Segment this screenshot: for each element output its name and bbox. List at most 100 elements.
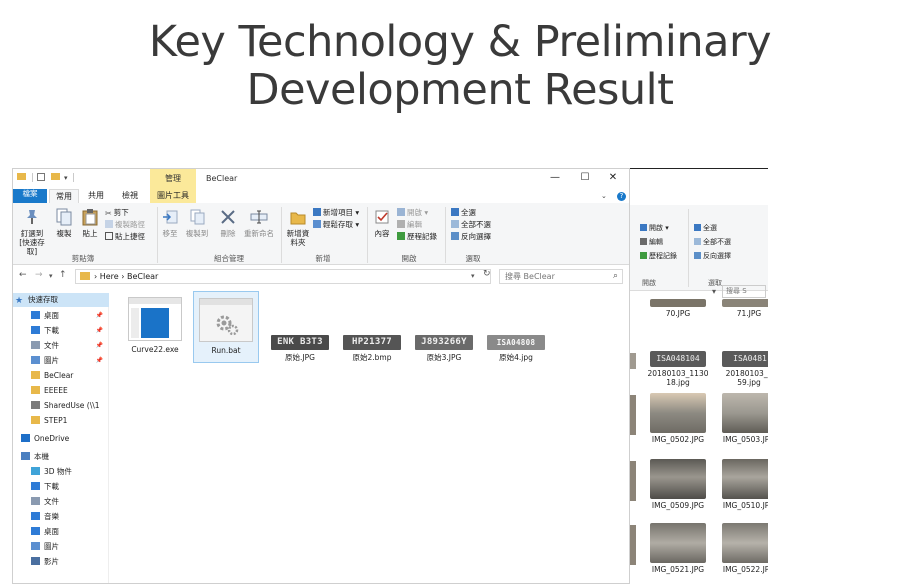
properties-button[interactable]: 內容	[369, 207, 395, 238]
sidebar-item-5[interactable]: BeClear	[13, 369, 109, 383]
sidebar-item-11[interactable]: 3D 物件	[13, 465, 109, 479]
thumb-caption: IMG_0503.JPG	[722, 435, 768, 444]
close-button[interactable]: ✕	[607, 172, 619, 183]
sidebar-item-15[interactable]: 桌面	[13, 525, 109, 539]
sidebar-item-10[interactable]: 本機	[13, 450, 109, 464]
image-thumbnail: ENK B3T3	[271, 335, 329, 350]
thumb-caption: 70.JPG	[665, 309, 691, 318]
file-item-run-bat[interactable]: Run.bat	[193, 291, 259, 363]
thumbnail-20180103-113018[interactable]: ISA048104	[650, 351, 706, 367]
sidebar-item-7[interactable]: SharedUse (\\1	[13, 399, 109, 413]
thumbnail-img-0509[interactable]	[650, 459, 706, 499]
paste-button[interactable]: 貼上	[79, 207, 101, 238]
bg-select-all-button[interactable]: 全選	[694, 223, 717, 233]
sidebar-item-0[interactable]: ★ 快速存取	[13, 293, 109, 307]
maximize-button[interactable]: ☐	[579, 172, 591, 183]
thumb-caption: IMG_0509.JPG	[651, 501, 705, 510]
context-tab-manage[interactable]: 管理	[150, 169, 196, 189]
background-explorer-window[interactable]: 開啟 ▾ 編輯 歷程記錄 開啟 全選 全部不選 反向選擇 選取 ▾ 搜尋 S 7…	[628, 168, 768, 584]
thumbnail-71[interactable]	[722, 299, 768, 307]
easy-access-button[interactable]: 輕鬆存取 ▾	[313, 219, 359, 230]
address-bar: ← → ▾ ↑ › Here › BeClear ▾ ↻ 搜尋 BeClear ⌕	[13, 267, 629, 287]
thumbnail-img-0522[interactable]	[722, 523, 768, 563]
sidebar-item-label: 桌面	[44, 311, 59, 320]
sidebar-item-6[interactable]: EEEEE	[13, 384, 109, 398]
copy-path-label: 複製路徑	[115, 220, 145, 229]
file-list: Curve22.exe Run.bat ENK B3T3 原始.JPG HP21…	[117, 291, 627, 583]
sidebar-item-3[interactable]: 文件 📌	[13, 339, 109, 353]
new-item-button[interactable]: 新增項目 ▾	[313, 207, 359, 218]
tab-home[interactable]: 常用	[49, 189, 79, 203]
bg-history-button[interactable]: 歷程記錄	[640, 251, 677, 261]
search-input[interactable]: 搜尋 BeClear ⌕	[499, 269, 623, 284]
move-to-button[interactable]: 移至	[159, 207, 181, 238]
address-path[interactable]: › Here › BeClear	[75, 269, 491, 284]
ribbon-collapse-icon[interactable]: ⌄	[601, 192, 607, 200]
sidebar-item-2[interactable]: 下載 📌	[13, 324, 109, 338]
sidebar-item-17[interactable]: 影片	[13, 555, 109, 569]
rename-button[interactable]: 重新命名	[243, 207, 275, 238]
thumbnail-img-0503[interactable]	[722, 393, 768, 433]
open-button[interactable]: 開啟 ▾	[397, 207, 428, 218]
file-item-curve22[interactable]: Curve22.exe	[125, 293, 185, 359]
file-item-yuanshi2[interactable]: HP21377 原始2.bmp	[339, 335, 405, 362]
tab-picture-tools[interactable]: 圖片工具	[150, 189, 196, 203]
sidebar-item-8[interactable]: STEP1	[13, 414, 109, 428]
select-none-button[interactable]: 全部不選	[451, 219, 491, 230]
tab-share[interactable]: 共用	[81, 189, 111, 203]
copy-path-button[interactable]: 複製路徑	[105, 219, 145, 230]
thumbnail-img-0510[interactable]	[722, 459, 768, 499]
bg-chevron-down-icon[interactable]: ▾	[712, 287, 716, 296]
quick-new-folder-icon[interactable]	[51, 173, 60, 183]
refresh-button[interactable]: ↻	[483, 269, 491, 279]
quick-access-dropdown-icon[interactable]: ▾	[64, 174, 68, 182]
copy-button[interactable]: 複製	[53, 207, 75, 238]
invert-selection-button[interactable]: 反向選擇	[451, 231, 491, 242]
paste-shortcut-button[interactable]: 貼上捷徑	[105, 231, 145, 242]
bg-invert-button[interactable]: 反向選擇	[694, 251, 731, 261]
recent-locations-button[interactable]: ▾	[49, 272, 53, 280]
paste-icon	[80, 207, 100, 227]
new-item-label: 新增項目 ▾	[323, 208, 360, 217]
sidebar-item-12[interactable]: 下載	[13, 480, 109, 494]
thumbnail-20180103-113059[interactable]: ISA0481	[722, 351, 768, 367]
pin-to-quick-access-button[interactable]: 釘選到 [快速存取]	[15, 207, 49, 256]
thumbnail-img-0521[interactable]	[650, 523, 706, 563]
edit-button[interactable]: 編輯	[397, 219, 422, 230]
delete-button[interactable]: 刪除	[217, 207, 239, 238]
thumbnail-img-0502[interactable]	[650, 393, 706, 433]
sidebar-item-13[interactable]: 文件	[13, 495, 109, 509]
select-none-icon	[451, 220, 459, 228]
file-item-yuanshi[interactable]: ENK B3T3 原始.JPG	[267, 335, 333, 362]
bg-open-button[interactable]: 開啟 ▾	[640, 223, 669, 233]
sidebar-item-14[interactable]: 音樂	[13, 510, 109, 524]
copy-to-button[interactable]: 複製到	[185, 207, 209, 238]
forward-button[interactable]: →	[35, 270, 43, 280]
cut-button[interactable]: ✂ 剪下	[105, 207, 129, 218]
tab-file[interactable]: 檔案	[13, 189, 47, 203]
copy-icon	[54, 207, 74, 227]
bg-search-input[interactable]: 搜尋 S	[722, 285, 766, 298]
file-item-yuanshi4[interactable]: ISA04808 原始4.jpg	[483, 335, 549, 362]
history-button[interactable]: 歷程記錄	[397, 231, 437, 242]
address-dropdown-button[interactable]: ▾	[471, 272, 475, 280]
sidebar-item-1[interactable]: 桌面 📌	[13, 309, 109, 323]
quick-properties-icon[interactable]	[37, 173, 45, 184]
file-item-yuanshi3[interactable]: J893266Y 原始3.JPG	[411, 335, 477, 362]
bg-invert-label: 反向選擇	[703, 252, 731, 260]
sidebar-item-4[interactable]: 圖片 📌	[13, 354, 109, 368]
bg-edit-button[interactable]: 編輯	[640, 237, 663, 247]
tab-view[interactable]: 檢視	[113, 189, 147, 203]
folder-icon	[17, 173, 26, 183]
sidebar-item-9[interactable]: OneDrive	[13, 432, 109, 446]
new-folder-button[interactable]: 新增資料夾	[285, 207, 311, 247]
help-icon[interactable]: ?	[617, 192, 626, 201]
explorer-window: | ▾ | 管理 BeClear — ☐ ✕ 檔案 常用 共用 檢視 圖片工具 …	[12, 168, 630, 584]
up-button[interactable]: ↑	[59, 270, 67, 280]
minimize-button[interactable]: —	[549, 172, 561, 183]
back-button[interactable]: ←	[19, 270, 27, 280]
bg-select-none-button[interactable]: 全部不選	[694, 237, 731, 247]
select-all-button[interactable]: 全選	[451, 207, 476, 218]
sidebar-item-16[interactable]: 圖片	[13, 540, 109, 554]
thumbnail-70[interactable]	[650, 299, 706, 307]
